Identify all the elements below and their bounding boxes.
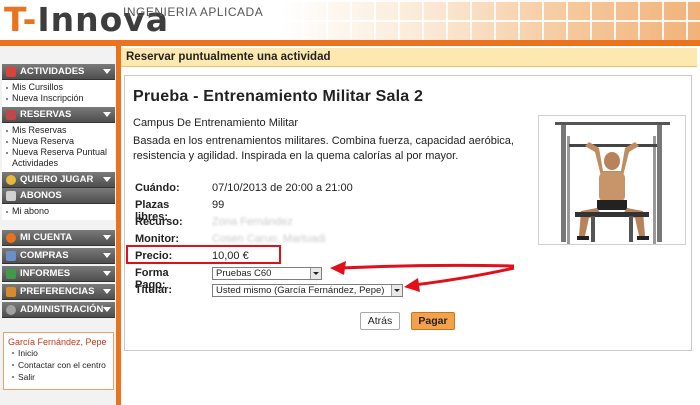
sidebar-section-label: INFORMES — [20, 268, 71, 279]
sidebar-item-mis-cursillos[interactable]: Mis Cursillos — [2, 82, 115, 93]
field-value: 99 — [212, 199, 225, 211]
sidebar-section-quiero-jugar[interactable]: QUIERO JUGAR — [2, 172, 115, 188]
ticket-icon — [6, 110, 16, 120]
chevron-down-icon — [103, 235, 111, 240]
select-value: Usted mismo (García Fernández, Pepe) — [216, 285, 385, 296]
sidebar-divider — [116, 46, 121, 405]
sidebar-section-preferencias[interactable]: PREFERENCIAS — [2, 284, 115, 300]
price-highlight-box — [126, 245, 281, 264]
user-link-contactar[interactable]: Contactar con el centro — [4, 359, 113, 371]
sidebar-section-label: QUIERO JUGAR — [20, 174, 94, 185]
sidebar-section-administracion[interactable]: ADMINISTRACIÓN — [2, 302, 115, 318]
chevron-down-icon — [103, 289, 111, 294]
sidebar-item-nueva-reserva-puntual[interactable]: Nueva Reserva Puntual Actividades — [2, 147, 115, 169]
page-title: Reservar puntualmente una actividad — [121, 48, 697, 67]
chevron-down-icon — [103, 271, 111, 276]
chevron-down-icon — [103, 253, 111, 258]
brand-tagline: INGENIERIA APLICADA — [123, 5, 264, 19]
sidebar-section-mi-cuenta[interactable]: MI CUENTA — [2, 230, 115, 246]
activity-card: Prueba - Entrenamiento Militar Sala 2 Ca… — [124, 75, 692, 351]
chevron-down-icon — [103, 177, 111, 182]
back-button[interactable]: Atrás — [360, 312, 400, 330]
activity-photo — [538, 115, 686, 245]
sidebar-section-label: ABONOS — [20, 190, 62, 201]
pay-button[interactable]: Pagar — [411, 312, 455, 330]
user-name: García Fernández, Pepe — [8, 337, 107, 347]
sidebar-items-actividades: Mis Cursillos Nueva Inscripción — [2, 80, 115, 107]
sidebar-item-mis-reservas[interactable]: Mis Reservas — [2, 125, 115, 136]
sidebar-items-reservas: Mis Reservas Nueva Reserva Nueva Reserva… — [2, 123, 115, 172]
chevron-down-icon[interactable] — [391, 285, 402, 296]
field-value: Cosen Caruo, Martuadi — [212, 233, 326, 245]
sidebar-top-spacer — [0, 46, 117, 64]
gear-icon — [6, 305, 16, 315]
chevron-down-icon[interactable] — [310, 268, 321, 279]
ball-icon — [6, 175, 16, 185]
settings-icon — [6, 287, 16, 297]
calendar-icon — [6, 67, 16, 77]
user-link-salir[interactable]: Salir — [4, 371, 113, 383]
sidebar-item-nueva-inscripcion[interactable]: Nueva Inscripción — [2, 93, 115, 104]
activity-title: Prueba - Entrenamiento Militar Sala 2 — [133, 88, 424, 105]
user-link-inicio[interactable]: Inicio — [4, 347, 113, 359]
activity-description: Basada en los entrenamientos militares. … — [133, 135, 514, 162]
sidebar-section-label: ACTIVIDADES — [20, 66, 85, 77]
sidebar-section-label: MI CUENTA — [20, 232, 73, 243]
card-icon — [6, 191, 16, 201]
select-value: Pruebas C60 — [216, 268, 272, 279]
header: T-Innova INGENIERIA APLICADA — [0, 0, 700, 40]
field-value: Zona Fernández — [212, 216, 293, 228]
forma-pago-select[interactable]: Pruebas C60 — [212, 267, 322, 280]
titular-select[interactable]: Usted mismo (García Fernández, Pepe) — [212, 284, 403, 297]
sidebar-item-mi-abono[interactable]: Mi abono — [2, 206, 115, 217]
chevron-down-icon — [103, 69, 111, 74]
sidebar-section-actividades[interactable]: ACTIVIDADES — [2, 64, 115, 80]
header-decoration — [280, 0, 700, 40]
field-label: Cuándo: — [135, 182, 180, 194]
sidebar-section-label: ADMINISTRACIÓN — [20, 304, 104, 315]
chevron-down-icon — [103, 307, 111, 312]
user-panel: García Fernández, Pepe Inicio Contactar … — [3, 332, 114, 390]
field-value: 07/10/2013 de 20:00 a 21:00 — [212, 182, 353, 194]
field-label: Monitor: — [135, 233, 179, 245]
chevron-down-icon — [103, 112, 111, 117]
field-label: Titular: — [135, 284, 173, 296]
sidebar-section-abonos[interactable]: ABONOS — [2, 188, 115, 204]
cart-icon — [6, 251, 16, 261]
sidebar-section-reservas[interactable]: RESERVAS — [2, 107, 115, 123]
sidebar-items-abonos: Mi abono — [2, 204, 115, 220]
sidebar-section-compras[interactable]: COMPRAS — [2, 248, 115, 264]
chart-icon — [6, 269, 16, 279]
sidebar-section-label: PREFERENCIAS — [20, 286, 95, 297]
sidebar-section-label: COMPRAS — [20, 250, 69, 261]
user-icon — [6, 233, 16, 243]
sidebar-section-label: RESERVAS — [20, 109, 72, 120]
field-label: Recurso: — [135, 216, 183, 228]
sidebar-item-nueva-reserva[interactable]: Nueva Reserva — [2, 136, 115, 147]
sidebar-section-informes[interactable]: INFORMES — [2, 266, 115, 282]
activity-campus: Campus De Entrenamiento Militar — [133, 117, 299, 129]
